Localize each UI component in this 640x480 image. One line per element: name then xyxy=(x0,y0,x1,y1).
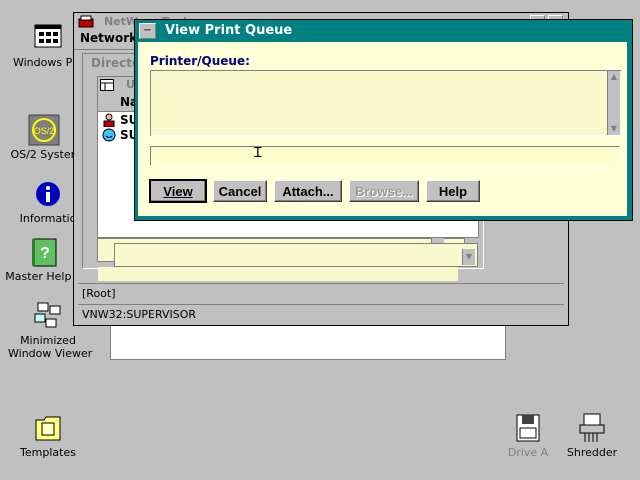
desktop-icon-label: OS/2 Systen xyxy=(10,148,78,161)
os2-system-icon: OS/2 xyxy=(28,114,60,146)
attach-button[interactable]: Attach... xyxy=(274,180,342,202)
scroll-down-arrow-icon[interactable]: ▼ xyxy=(463,251,475,263)
status-path-text: [Root] xyxy=(82,287,116,300)
queue-name-field[interactable] xyxy=(150,146,620,166)
user-globe-icon xyxy=(102,128,116,142)
help-button[interactable]: Help xyxy=(426,180,480,202)
desktop-icon-label: Templates xyxy=(20,446,76,459)
scroll-up-arrow-icon[interactable]: ▲ xyxy=(608,71,620,83)
desktop-icon-label: Master Help Ir xyxy=(5,270,83,283)
text-cursor-icon: Ɪ xyxy=(254,145,262,161)
printer-queue-label: Printer/Queue: xyxy=(150,54,250,68)
desktop-icon-master-help[interactable]: ? Master Help Ir xyxy=(4,236,84,283)
templates-folder-icon xyxy=(32,412,64,444)
windows-program-icon xyxy=(32,22,64,54)
desktop-icon-shredder[interactable]: Shredder xyxy=(552,412,632,459)
status-user-text: VNW32:SUPERVISOR xyxy=(82,308,197,321)
browse-button: Browse... xyxy=(349,180,419,202)
secondary-scrollbar[interactable]: ▼ xyxy=(462,249,475,265)
desktop-icon-label: Shredder xyxy=(566,446,618,459)
master-help-index-icon: ? xyxy=(28,236,60,268)
list-lower-area xyxy=(98,267,458,281)
app-icon xyxy=(78,15,94,28)
desktop-icon-os2-system[interactable]: OS/2 OS/2 Systen xyxy=(4,114,84,161)
secondary-list-area xyxy=(114,243,478,267)
minimized-window-viewer-icon xyxy=(32,300,64,332)
system-menu-icon[interactable]: − xyxy=(139,23,156,39)
svg-text:OS/2: OS/2 xyxy=(34,126,55,136)
desktop-icon-templates[interactable]: Templates xyxy=(8,412,88,459)
view-print-queue-dialog[interactable]: − View Print Queue Printer/Queue: ▲ ▼ Ɪ … xyxy=(134,19,633,221)
dialog-titlebar[interactable]: − View Print Queue xyxy=(135,20,632,42)
list-window-icon xyxy=(100,79,114,91)
desktop-icon-label: Minimized Window Viewer xyxy=(8,334,93,360)
printer-queue-listbox[interactable]: ▲ ▼ xyxy=(150,70,622,136)
listbox-scrollbar[interactable]: ▲ ▼ xyxy=(607,71,620,135)
status-bar-path: [Root] xyxy=(78,283,564,305)
dialog-client-area: Printer/Queue: ▲ ▼ Ɪ View Cancel Attach.… xyxy=(138,42,627,216)
svg-text:?: ? xyxy=(40,245,50,262)
directory-tab[interactable]: Directo xyxy=(91,56,140,70)
information-icon xyxy=(32,178,64,210)
status-bar-user: VNW32:SUPERVISOR xyxy=(78,304,564,325)
supervisor-user-icon xyxy=(102,113,116,128)
view-button[interactable]: View xyxy=(149,179,207,203)
background-window-pane xyxy=(110,320,506,360)
menu-network[interactable]: Network xyxy=(80,31,137,45)
cancel-button[interactable]: Cancel xyxy=(213,180,267,202)
shredder-icon xyxy=(576,412,608,444)
dialog-title: View Print Queue xyxy=(165,23,293,38)
scroll-down-arrow-icon[interactable]: ▼ xyxy=(608,123,620,135)
floppy-drive-icon xyxy=(512,412,544,444)
